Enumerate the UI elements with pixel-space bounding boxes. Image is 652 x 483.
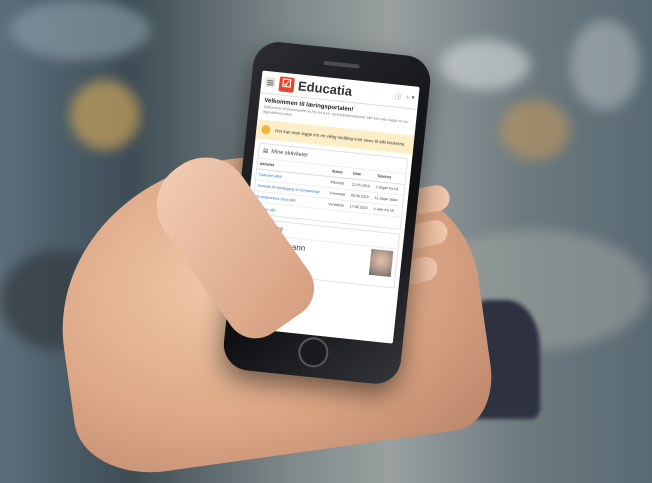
bokeh-light [440, 40, 530, 90]
activities-card: ▤ Mine aktiviteter Aktivitet Status Dato… [251, 142, 409, 230]
activities-title-label: Mine aktiviteter [270, 148, 309, 159]
avatar [368, 248, 394, 278]
user-menu-icon[interactable]: ♁ ▾ [405, 93, 415, 101]
logo-checkbox-icon: ☑ [278, 75, 295, 93]
bokeh-light [570, 20, 640, 110]
bell-icon [260, 124, 271, 135]
bokeh-light [500, 100, 570, 160]
phone-earpiece [323, 60, 360, 69]
bokeh-light [10, 0, 150, 60]
list-icon: ▤ [262, 148, 269, 155]
bokeh-light [70, 80, 140, 150]
home-button[interactable] [296, 335, 330, 369]
menu-icon[interactable] [264, 76, 276, 88]
info-icon[interactable]: ⓘ [395, 91, 402, 101]
